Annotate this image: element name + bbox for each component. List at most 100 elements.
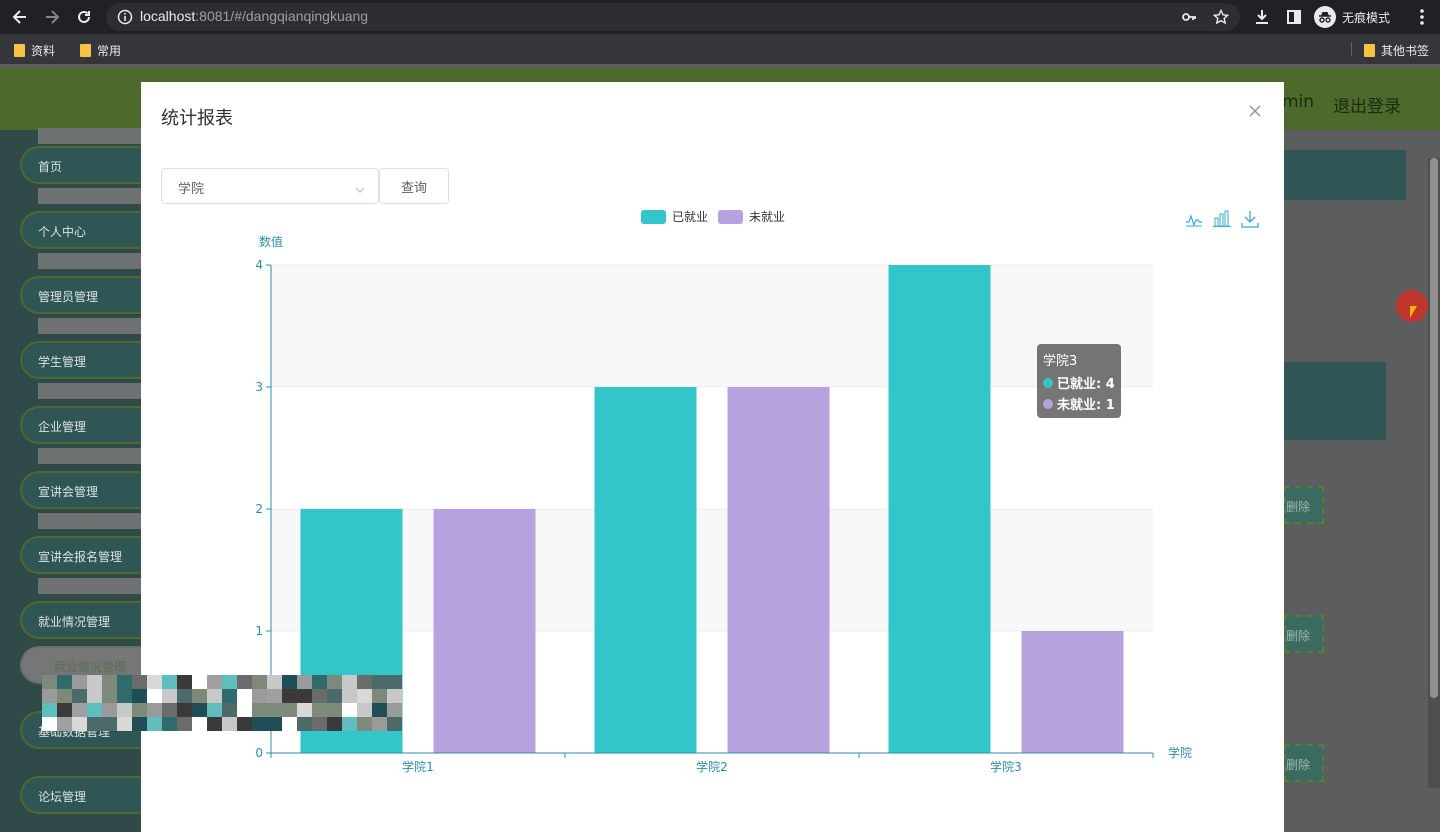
sidebar-item-admins[interactable]: 管理员管理 [20, 276, 150, 314]
x-tick-label: 学院3 [990, 759, 1022, 774]
back-arrow-icon[interactable] [8, 5, 32, 29]
select-value: 学院 [178, 182, 205, 197]
mosaic-cell [237, 717, 252, 731]
mosaic-cell [252, 675, 267, 689]
mosaic-cell [177, 675, 192, 689]
tooltip-row: 未就业: 1 [1043, 393, 1115, 414]
mosaic-cell [342, 703, 357, 717]
mosaic-cell [147, 675, 162, 689]
browser-toolbar: localhost:8081/#/dangqianqingkuang 无痕模式 [0, 0, 1440, 34]
mosaic-cell [267, 717, 282, 731]
y-tick-label: 4 [255, 258, 263, 272]
mosaic-cell [72, 689, 87, 703]
side-panel-icon[interactable] [1282, 5, 1306, 29]
mosaic-cell [72, 703, 87, 717]
mosaic-cell [147, 717, 162, 731]
mosaic-cell [192, 703, 207, 717]
bookmark-folder[interactable]: 常用 [80, 42, 121, 59]
mosaic-cell [297, 703, 312, 717]
address-bar[interactable]: localhost:8081/#/dangqianqingkuang [106, 3, 1240, 31]
mosaic-cell [102, 675, 117, 689]
mosaic-cell [87, 717, 102, 731]
sidebar-item-forum[interactable]: 论坛管理 [20, 776, 150, 814]
mosaic-cell [147, 703, 162, 717]
mosaic-cell [42, 689, 57, 703]
mosaic-cell [297, 689, 312, 703]
close-icon[interactable] [1246, 102, 1264, 120]
url-text: localhost:8081/#/dangqianqingkuang [140, 8, 369, 24]
delete-button[interactable]: 删除 [1284, 744, 1324, 782]
sidebar-gap [38, 318, 150, 334]
mosaic-cell [57, 675, 72, 689]
mosaic-cell [132, 717, 147, 731]
split-area [271, 387, 1153, 509]
info-icon[interactable] [116, 8, 134, 26]
mosaic-cell [297, 675, 312, 689]
key-icon[interactable] [1180, 8, 1198, 26]
tooltip-row: 已就业: 4 [1043, 372, 1115, 393]
mosaic-cell [387, 675, 402, 689]
mosaic-cell [342, 717, 357, 731]
sidebar-item-students[interactable]: 学生管理 [20, 341, 150, 379]
forward-arrow-icon[interactable] [40, 5, 64, 29]
mosaic-cell [282, 675, 297, 689]
mosaic-cell [117, 703, 132, 717]
dialog-title: 统计报表 [161, 108, 233, 129]
chart-tooltip: 学院3 已就业: 4 未就业: 1 [1037, 344, 1121, 418]
bookmarks-bar: 资料 常用 其他书签 [0, 34, 1440, 64]
mosaic-cell [327, 717, 342, 731]
mosaic-cell [222, 717, 237, 731]
mosaic-cell [357, 689, 372, 703]
mosaic-cell [252, 703, 267, 717]
mosaic-cell [327, 675, 342, 689]
mosaic-cell [132, 675, 147, 689]
mouse-cursor-icon [1410, 306, 1417, 318]
split-area [271, 631, 1153, 753]
more-menu-icon[interactable] [1410, 5, 1434, 29]
incognito-label: 无痕模式 [1342, 10, 1391, 25]
other-bookmarks[interactable]: 其他书签 [1364, 42, 1429, 59]
sidebar-item-profile[interactable]: 个人中心 [20, 211, 150, 249]
sidebar-item-seminars[interactable]: 宣讲会管理 [20, 471, 150, 509]
sidebar-item-home[interactable]: 首页 [20, 146, 150, 184]
mosaic-cell [312, 717, 327, 731]
mosaic-cell [282, 689, 297, 703]
y-tick-label: 2 [255, 502, 263, 516]
query-button[interactable]: 查询 [379, 168, 449, 204]
reload-icon[interactable] [72, 5, 96, 29]
delete-button[interactable]: 删除 [1284, 615, 1324, 653]
sidebar-item-companies[interactable]: 企业管理 [20, 406, 150, 444]
sidebar-item-seminar-signup[interactable]: 宣讲会报名管理 [20, 536, 150, 574]
mosaic-cell [102, 717, 117, 731]
incognito-indicator[interactable]: 无痕模式 [1314, 5, 1390, 29]
delete-button[interactable]: 删除 [1284, 486, 1324, 524]
star-icon[interactable] [1212, 8, 1230, 26]
content-right-edge [1284, 130, 1440, 832]
tooltip-dot [1043, 377, 1053, 388]
content-header-bar [1284, 150, 1406, 200]
folder-icon [1364, 44, 1375, 57]
bookmark-folder[interactable]: 资料 [14, 42, 55, 59]
bar [727, 387, 830, 753]
sidebar-gap [38, 128, 150, 144]
mosaic-cell [372, 703, 387, 717]
mosaic-cell [117, 717, 132, 731]
download-icon[interactable] [1250, 5, 1274, 29]
mosaic-cell [72, 675, 87, 689]
mosaic-cell [342, 689, 357, 703]
mosaic-cell [147, 689, 162, 703]
mosaic-cell [312, 703, 327, 717]
category-select[interactable]: 学院 [161, 168, 379, 204]
mosaic-cell [192, 717, 207, 731]
page-scrollbar[interactable] [1428, 158, 1440, 788]
sidebar-item-employment[interactable]: 就业情况管理 [20, 601, 150, 639]
y-tick-label: 1 [255, 624, 263, 638]
mosaic-cell [282, 703, 297, 717]
bar [1021, 631, 1124, 753]
mosaic-cell [132, 703, 147, 717]
mosaic-cell [372, 689, 387, 703]
logout-link[interactable]: 退出登录 [1333, 92, 1401, 117]
mosaic-cell [57, 703, 72, 717]
bar [888, 265, 991, 753]
scrollbar-thumb[interactable] [1430, 158, 1438, 698]
